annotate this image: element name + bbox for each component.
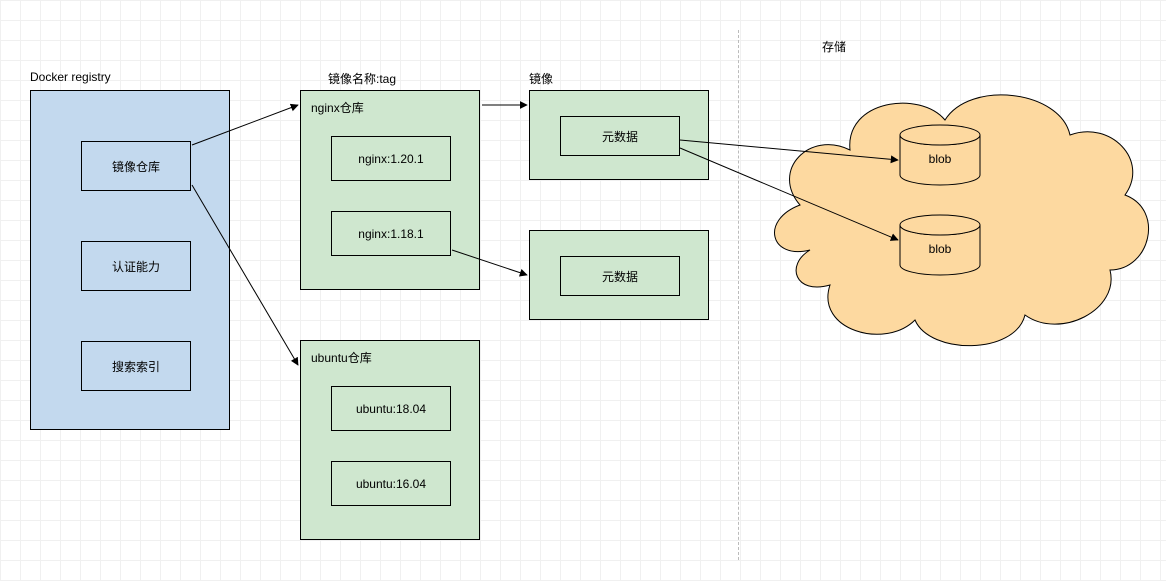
meta-1: 元数据 xyxy=(560,116,680,156)
registry-box: 镜像仓库 认证能力 搜索索引 xyxy=(30,90,230,430)
ubuntu-tag-2: ubuntu:16.04 xyxy=(331,461,451,506)
ubuntu-repo-box: ubuntu仓库 ubuntu:18.04 ubuntu:16.04 xyxy=(300,340,480,540)
meta-2: 元数据 xyxy=(560,256,680,296)
blob-1-label: blob xyxy=(929,152,952,166)
arrow-meta1-to-blob1 xyxy=(680,140,898,160)
nginx-repo-title: nginx仓库 xyxy=(311,99,364,116)
blob-2-label: blob xyxy=(929,242,952,256)
ubuntu-repo-title: ubuntu仓库 xyxy=(311,349,372,366)
meta-col-title: 镜像 xyxy=(529,70,553,87)
blob-2: blob xyxy=(900,215,980,275)
diagram-canvas: Docker registry 镜像名称:tag 镜像 存储 镜像仓库 认证能力… xyxy=(0,0,1166,581)
meta-box-2: 元数据 xyxy=(529,230,709,320)
storage-cloud xyxy=(775,95,1149,346)
registry-image-repo: 镜像仓库 xyxy=(81,141,191,191)
nginx-tag-2: nginx:1.18.1 xyxy=(331,211,451,256)
blob-1: blob xyxy=(900,125,980,185)
divider-line xyxy=(738,30,739,560)
nginx-tag-1: nginx:1.20.1 xyxy=(331,136,451,181)
registry-index: 搜索索引 xyxy=(81,341,191,391)
meta-box-1: 元数据 xyxy=(529,90,709,180)
registry-auth: 认证能力 xyxy=(81,241,191,291)
store-col-title: 存储 xyxy=(822,38,846,55)
arrow-meta1-to-blob2 xyxy=(680,148,898,240)
registry-title: Docker registry xyxy=(30,70,111,84)
ubuntu-tag-1: ubuntu:18.04 xyxy=(331,386,451,431)
nginx-repo-box: nginx仓库 nginx:1.20.1 nginx:1.18.1 xyxy=(300,90,480,290)
tag-col-title: 镜像名称:tag xyxy=(328,70,396,87)
